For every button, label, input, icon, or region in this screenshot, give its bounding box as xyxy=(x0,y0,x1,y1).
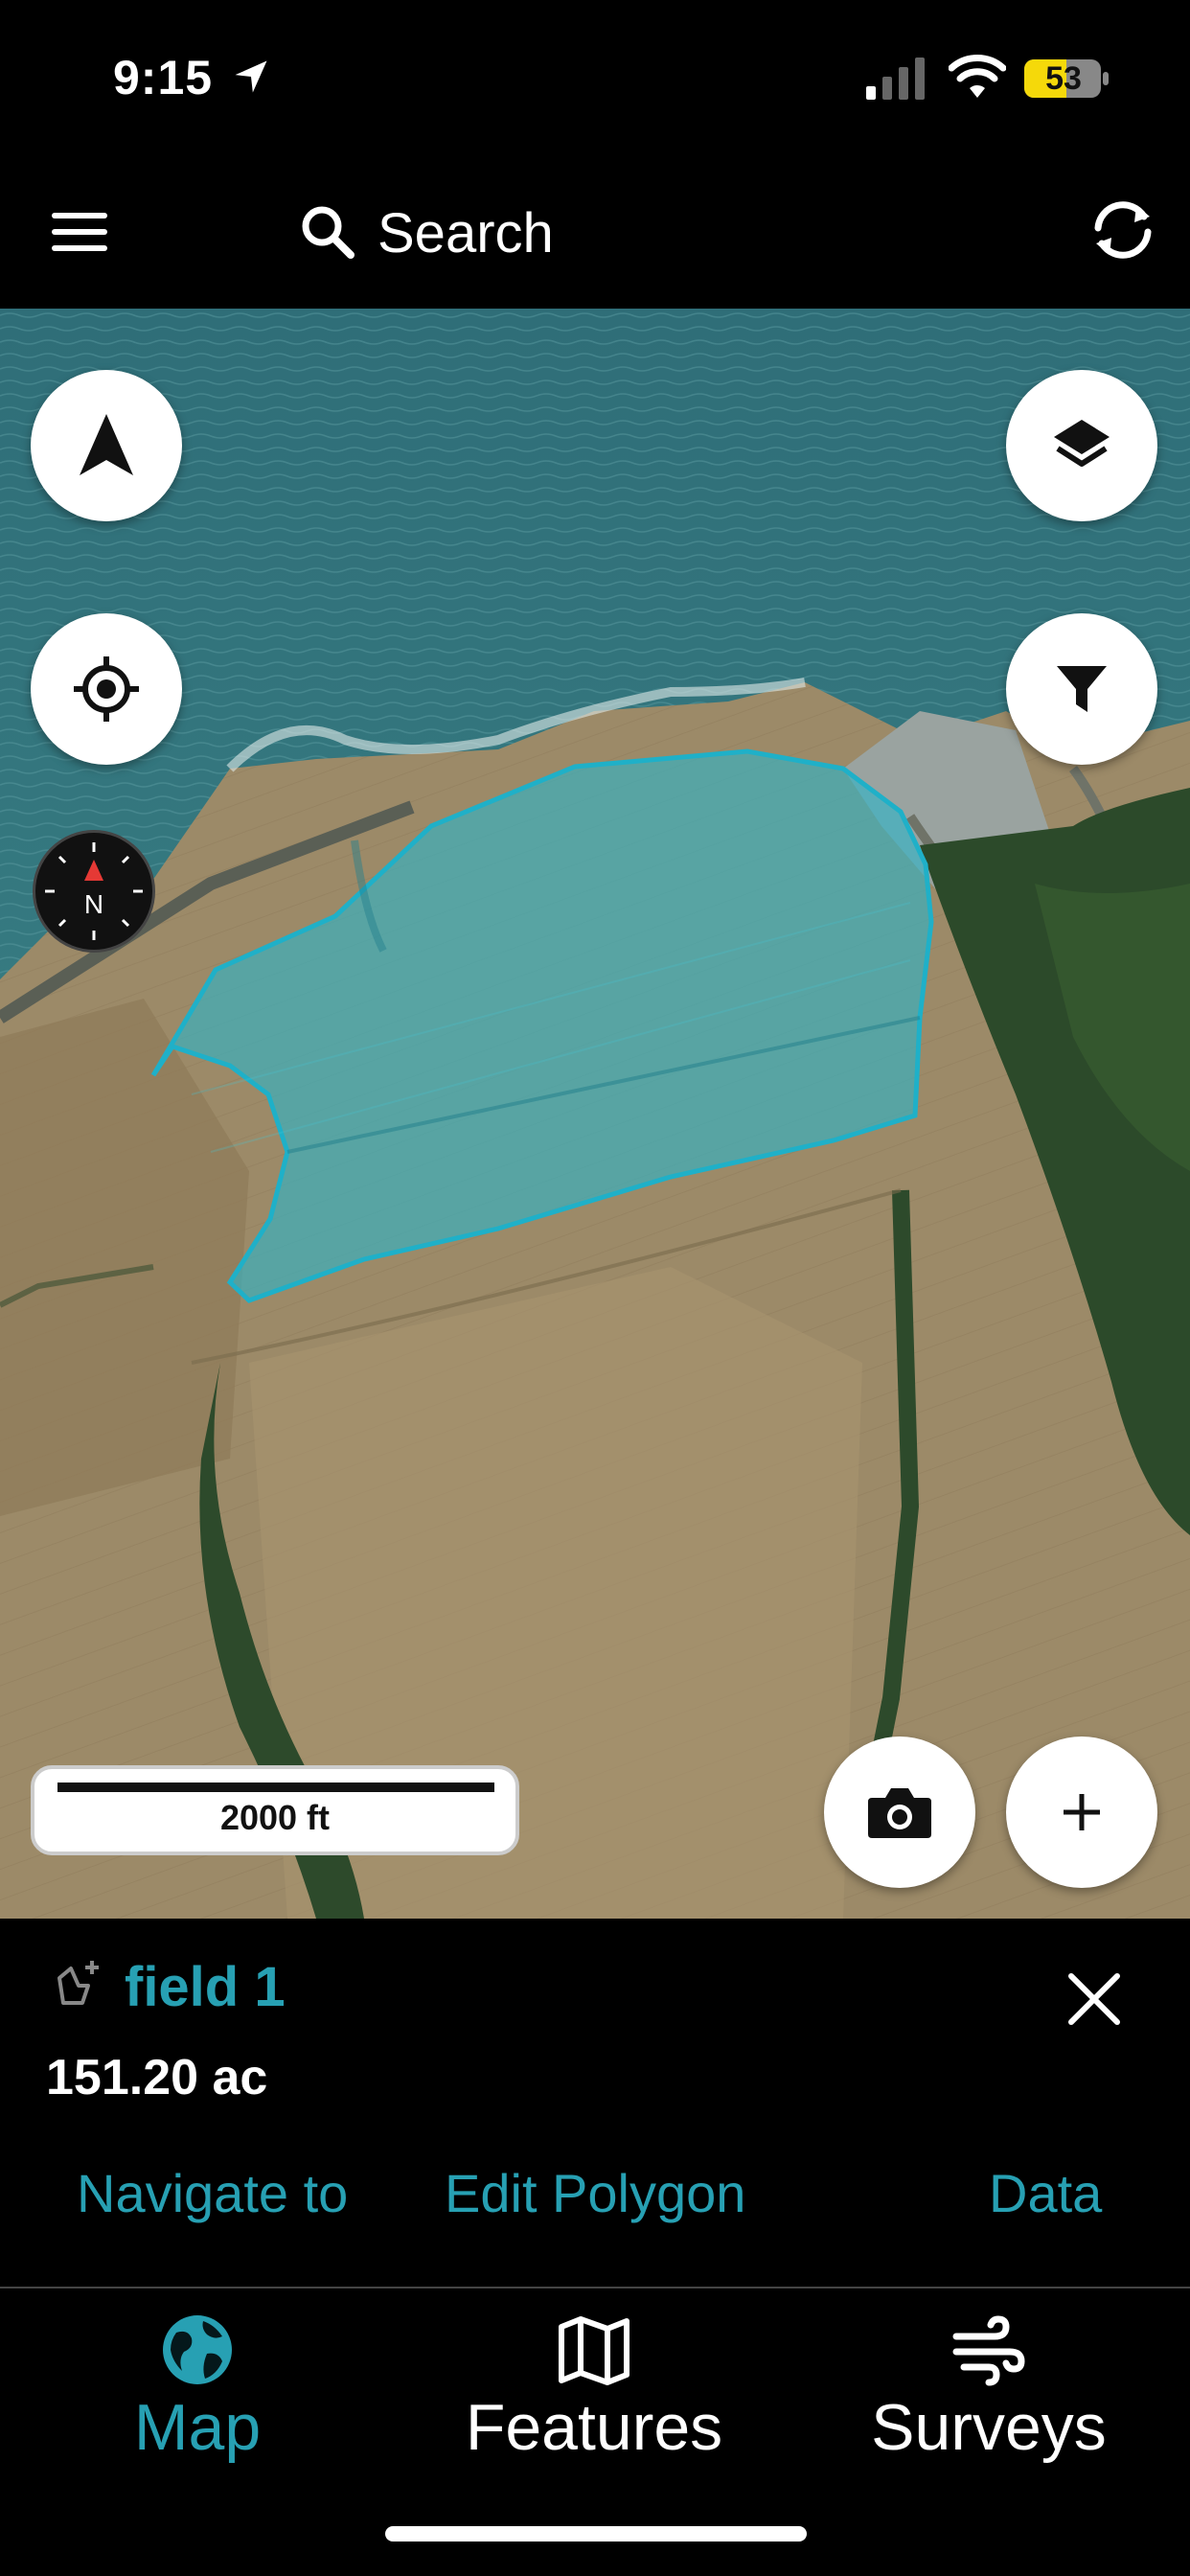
search-label: Search xyxy=(378,202,554,264)
hamburger-menu-icon[interactable] xyxy=(38,194,121,270)
globe-icon xyxy=(163,2315,232,2384)
search-button[interactable]: Search xyxy=(289,182,883,278)
plus-icon xyxy=(1064,1794,1100,1830)
feature-area: 151.20 ac xyxy=(46,2050,268,2105)
filter-button[interactable] xyxy=(1006,613,1157,765)
battery-level: 53 xyxy=(1045,60,1082,97)
svg-text:N: N xyxy=(84,889,103,919)
tab-label: Map xyxy=(133,2391,262,2464)
cellular-signal-icon xyxy=(866,58,925,100)
status-time: 9:15 xyxy=(113,51,214,104)
close-icon[interactable] xyxy=(1064,1968,1125,2030)
feature-name: field 1 xyxy=(125,1956,286,2018)
compass-button[interactable]: N xyxy=(33,830,155,953)
edit-polygon-button[interactable]: Edit Polygon xyxy=(445,2162,745,2224)
top-bar: Search xyxy=(0,153,1190,309)
satellite-imagery xyxy=(0,309,1190,1919)
scale-bar: 2000 ft xyxy=(31,1765,519,1855)
feature-detail-panel: field 1 151.20 ac Navigate to Edit Polyg… xyxy=(0,1919,1190,2288)
search-icon xyxy=(302,206,355,259)
sync-icon[interactable] xyxy=(1083,190,1163,270)
layers-icon xyxy=(1054,420,1110,467)
wind-icon xyxy=(952,2315,1025,2386)
navigation-arrow-icon xyxy=(80,414,133,475)
compass-icon: N xyxy=(45,842,143,940)
map-view[interactable]: N 2000 ft xyxy=(0,309,1190,1919)
add-feature-button[interactable] xyxy=(1006,1736,1157,1888)
tab-features[interactable]: Features xyxy=(422,2312,767,2494)
filter-icon xyxy=(1057,666,1107,712)
navigate-to-button[interactable]: Navigate to xyxy=(77,2162,348,2224)
tab-surveys[interactable]: Surveys xyxy=(816,2312,1161,2494)
navigation-mode-button[interactable] xyxy=(31,370,182,521)
scale-label: 2000 ft xyxy=(219,1798,331,1837)
home-indicator xyxy=(385,2526,807,2542)
layers-button[interactable] xyxy=(1006,370,1157,521)
tab-map[interactable]: Map xyxy=(25,2312,370,2494)
scale-line xyxy=(57,1782,494,1792)
crosshair-icon xyxy=(74,656,139,722)
polygon-add-icon xyxy=(57,1961,99,2005)
status-bar: 9:15 53 xyxy=(0,0,1190,153)
tab-label: Surveys xyxy=(871,2391,1107,2464)
data-button[interactable]: Data xyxy=(989,2162,1102,2224)
camera-button[interactable] xyxy=(824,1736,975,1888)
map-book-icon xyxy=(559,2316,629,2385)
tab-label: Features xyxy=(465,2391,723,2464)
my-location-button[interactable] xyxy=(31,613,182,765)
camera-icon xyxy=(868,1788,931,1838)
wifi-icon xyxy=(949,55,1006,98)
location-arrow-icon xyxy=(235,60,267,93)
